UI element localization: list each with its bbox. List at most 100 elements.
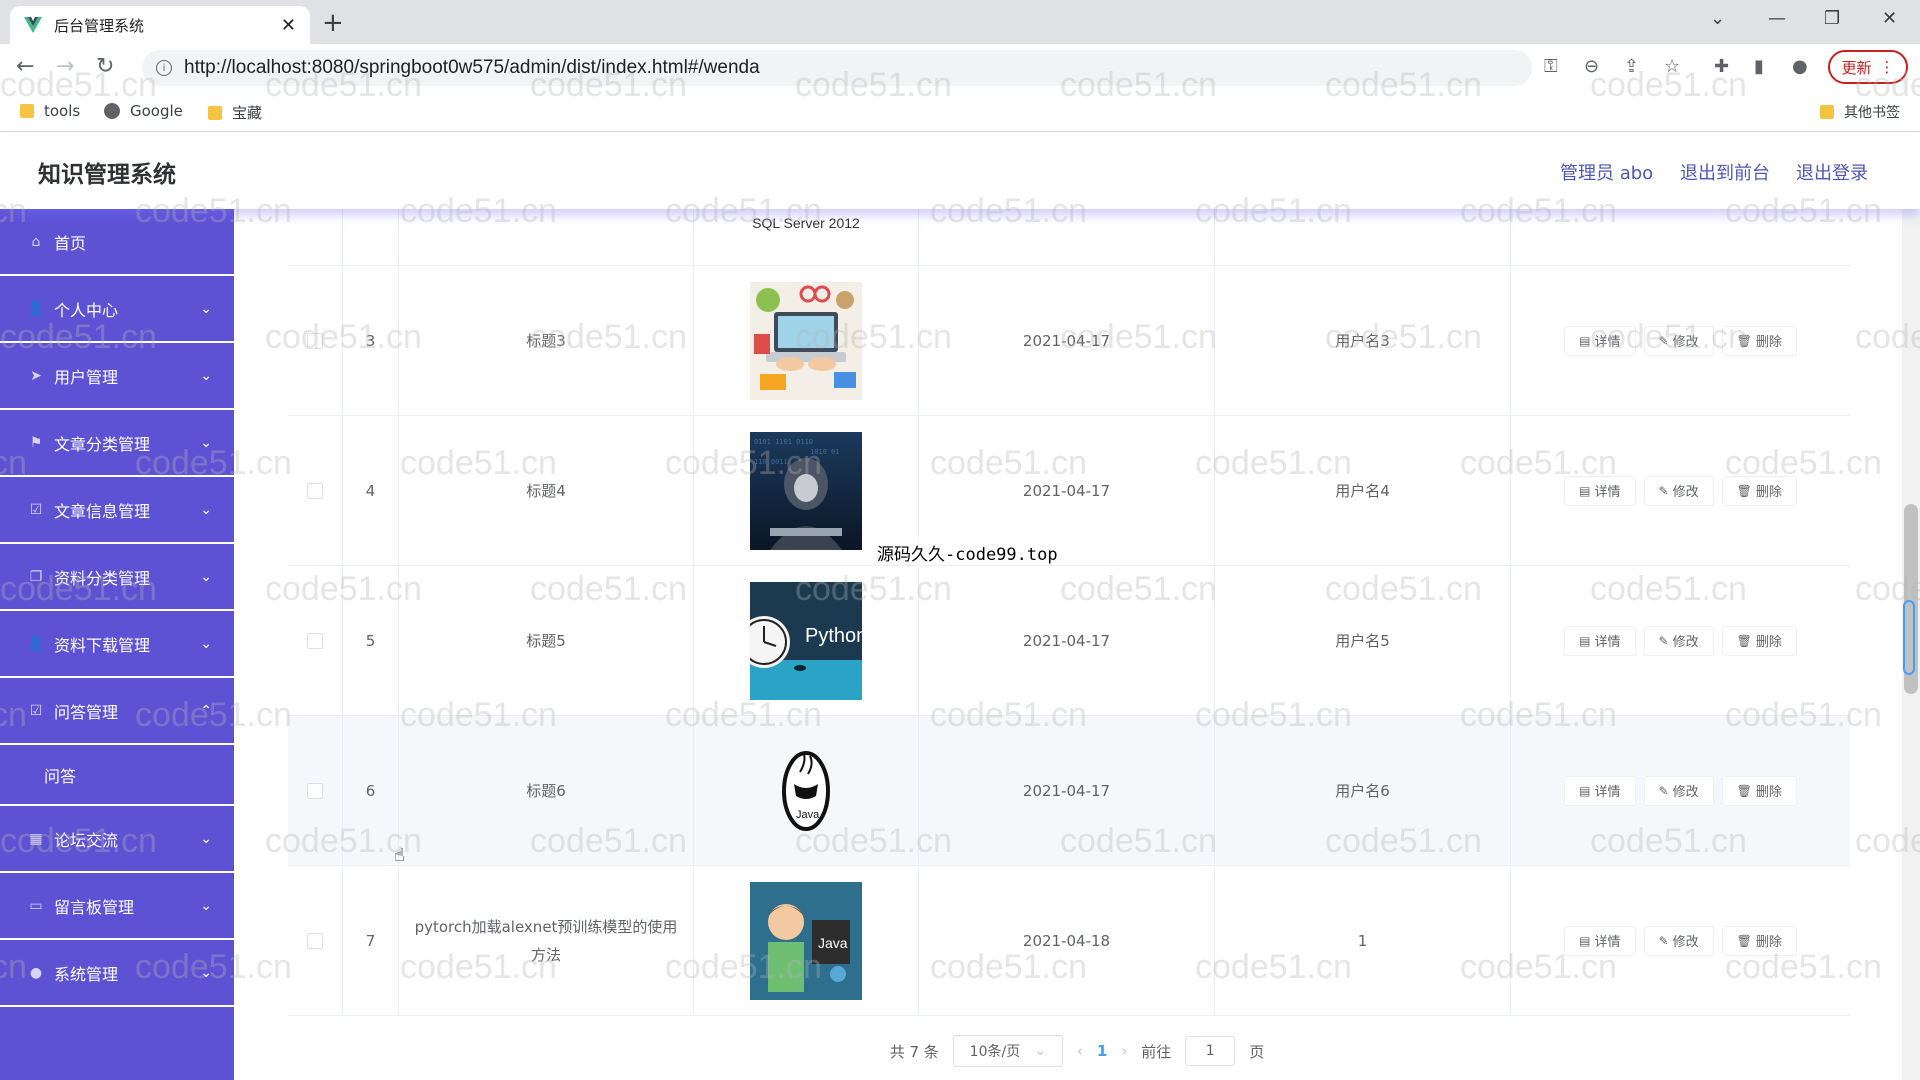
bookmark-google[interactable]: Google bbox=[104, 102, 183, 120]
site-info-icon[interactable]: i bbox=[156, 60, 172, 76]
forward-icon[interactable]: → bbox=[56, 54, 74, 79]
sidebar-item-system[interactable]: ● 系统管理 ⌄ bbox=[0, 940, 234, 1006]
page-size-select[interactable]: 10条/页 ⌄ bbox=[952, 1035, 1063, 1067]
delete-button[interactable]: 🗑 删除 bbox=[1721, 325, 1797, 356]
row-title: 标题4 bbox=[399, 416, 694, 565]
bookmark-star-icon[interactable]: ☆ bbox=[1664, 56, 1680, 77]
logout-link[interactable]: 退出登录 bbox=[1796, 159, 1868, 185]
chevron-down-icon: ⌄ bbox=[200, 367, 212, 384]
row-index: 4 bbox=[343, 416, 399, 565]
sidepanel-icon[interactable]: ▮ bbox=[1754, 56, 1764, 77]
delete-label: 删除 bbox=[1755, 485, 1782, 500]
zoom-icon[interactable]: ⊖ bbox=[1584, 56, 1599, 77]
java-logo-text: Java bbox=[796, 809, 820, 821]
sidebar-item-label: 问答管理 bbox=[54, 702, 119, 722]
row-checkbox[interactable] bbox=[307, 332, 323, 349]
trash-icon: 🗑 bbox=[1736, 333, 1752, 348]
detail-button[interactable]: ▤ 详情 bbox=[1564, 625, 1636, 656]
next-page-icon[interactable]: › bbox=[1121, 1042, 1127, 1060]
folder-icon bbox=[208, 105, 222, 120]
chevron-down-icon: ⌄ bbox=[200, 501, 212, 518]
chevron-down-icon: ⌄ bbox=[200, 568, 212, 585]
detail-button[interactable]: ▤ 详情 bbox=[1564, 325, 1636, 356]
send-icon: ➤ bbox=[30, 367, 42, 384]
table-row: 7 pytorch加载alexnet预训练模型的使用方法 Java 2021-0… bbox=[288, 866, 1850, 1016]
hacker-photo-image: 0101 1101 0110 1010 01 110 0011 bbox=[750, 431, 862, 550]
browser-tab[interactable]: 后台管理系统 ✕ bbox=[10, 6, 310, 44]
sidebar-item-article-category[interactable]: ⚑ 文章分类管理 ⌄ bbox=[0, 410, 234, 476]
key-icon[interactable]: ⚿ bbox=[1544, 56, 1558, 77]
update-button[interactable]: 更新 ⋮ bbox=[1828, 50, 1908, 84]
admin-name[interactable]: 管理员 abo bbox=[1560, 159, 1653, 185]
document-icon: ▤ bbox=[1579, 933, 1591, 948]
close-window-icon[interactable]: ✕ bbox=[1882, 8, 1897, 29]
monitor-icon: ▭ bbox=[29, 897, 43, 914]
share-icon[interactable]: ⇪ bbox=[1624, 56, 1639, 77]
sidebar-item-qa[interactable]: ☑ 问答管理 ⌃ bbox=[0, 678, 234, 744]
new-tab-icon[interactable]: + bbox=[322, 8, 344, 38]
sidebar-background bbox=[0, 1007, 234, 1080]
maximize-icon[interactable]: ❐ bbox=[1824, 8, 1840, 29]
row-checkbox[interactable] bbox=[307, 932, 323, 949]
edit-button[interactable]: ✎ 修改 bbox=[1643, 625, 1714, 656]
back-icon[interactable]: ← bbox=[16, 54, 34, 79]
page-number[interactable]: 1 bbox=[1097, 1042, 1107, 1060]
edit-button[interactable]: ✎ 修改 bbox=[1643, 475, 1714, 506]
edit-button[interactable]: ✎ 修改 bbox=[1643, 775, 1714, 806]
sidebar-item-home[interactable]: ⌂ 首页 bbox=[0, 209, 234, 275]
sql-server-caption: SQL Server 2012 bbox=[752, 215, 860, 231]
sidebar-item-material-download[interactable]: 👤 资料下载管理 ⌄ bbox=[0, 611, 234, 677]
row-index: 3 bbox=[343, 266, 399, 415]
row-checkbox[interactable] bbox=[307, 782, 323, 799]
edit-button[interactable]: ✎ 修改 bbox=[1643, 925, 1714, 956]
chevron-down-icon: ⌄ bbox=[200, 964, 212, 981]
tab-close-icon[interactable]: ✕ bbox=[281, 15, 296, 36]
exit-to-front-link[interactable]: 退出到前台 bbox=[1680, 159, 1770, 185]
edit-label: 修改 bbox=[1672, 785, 1699, 800]
sidebar-subitem-qa[interactable]: 问答 bbox=[0, 745, 234, 805]
chevron-down-icon: ⌄ bbox=[200, 830, 212, 847]
sidebar-item-material-category[interactable]: ❐ 资料分类管理 ⌄ bbox=[0, 544, 234, 610]
row-checkbox[interactable] bbox=[307, 632, 323, 649]
bookmark-label: 其他书签 bbox=[1844, 105, 1900, 121]
detail-button[interactable]: ▤ 详情 bbox=[1564, 475, 1636, 506]
profile-icon[interactable]: ● bbox=[1792, 56, 1808, 77]
sidebar-item-forum[interactable]: ▦ 论坛交流 ⌄ bbox=[0, 806, 234, 872]
copy-icon: ❐ bbox=[29, 568, 43, 585]
browser-tab-bar: 后台管理系统 ✕ + ⌄ — ❐ ✕ bbox=[0, 0, 1920, 44]
delete-button[interactable]: 🗑 删除 bbox=[1721, 775, 1797, 806]
row-title: 标题6 bbox=[399, 716, 694, 865]
row-checkbox[interactable] bbox=[307, 482, 323, 499]
bookmark-tools[interactable]: tools bbox=[20, 102, 80, 120]
delete-button[interactable]: 🗑 删除 bbox=[1721, 475, 1797, 506]
detail-button[interactable]: ▤ 详情 bbox=[1564, 775, 1636, 806]
sidebar-item-message-board[interactable]: ▭ 留言板管理 ⌄ bbox=[0, 873, 234, 939]
sidebar-item-users[interactable]: ➤ 用户管理 ⌄ bbox=[0, 343, 234, 409]
bookmark-other[interactable]: 其他书签 bbox=[1820, 102, 1900, 122]
sidebar-item-personal[interactable]: 👤 个人中心 ⌄ bbox=[0, 276, 234, 342]
edit-button[interactable]: ✎ 修改 bbox=[1643, 325, 1714, 356]
laptop-illustration-image bbox=[750, 281, 862, 400]
chevron-up-icon: ⌃ bbox=[200, 702, 212, 719]
sidebar-item-article-info[interactable]: ☑ 文章信息管理 ⌄ bbox=[0, 477, 234, 543]
bookmark-baozang[interactable]: 宝藏 bbox=[208, 102, 262, 123]
detail-button[interactable]: ▤ 详情 bbox=[1564, 925, 1636, 956]
tab-search-icon[interactable]: ⌄ bbox=[1710, 8, 1725, 29]
pencil-icon: ✎ bbox=[1658, 783, 1669, 798]
reload-icon[interactable]: ↻ bbox=[96, 54, 114, 79]
document-icon: ▤ bbox=[1579, 633, 1591, 648]
prev-page-icon[interactable]: ‹ bbox=[1077, 1042, 1083, 1060]
sidebar-item-label: 资料下载管理 bbox=[54, 635, 151, 655]
extensions-icon[interactable]: ✚ bbox=[1714, 56, 1729, 77]
minimize-icon[interactable]: — bbox=[1768, 8, 1786, 29]
goto-page-input[interactable] bbox=[1185, 1036, 1236, 1066]
chevron-down-icon: ⌄ bbox=[200, 300, 212, 317]
row-index: 6 bbox=[343, 716, 399, 865]
address-bar[interactable]: i http://localhost:8080/springboot0w575/… bbox=[142, 50, 1532, 86]
chevron-down-icon: ⌄ bbox=[200, 434, 212, 451]
delete-button[interactable]: 🗑 删除 bbox=[1721, 625, 1797, 656]
app-title: 知识管理系统 bbox=[38, 162, 176, 188]
delete-button[interactable]: 🗑 删除 bbox=[1721, 925, 1797, 956]
row-title: 标题5 bbox=[399, 566, 694, 715]
user-icon: 👤 bbox=[27, 635, 45, 652]
